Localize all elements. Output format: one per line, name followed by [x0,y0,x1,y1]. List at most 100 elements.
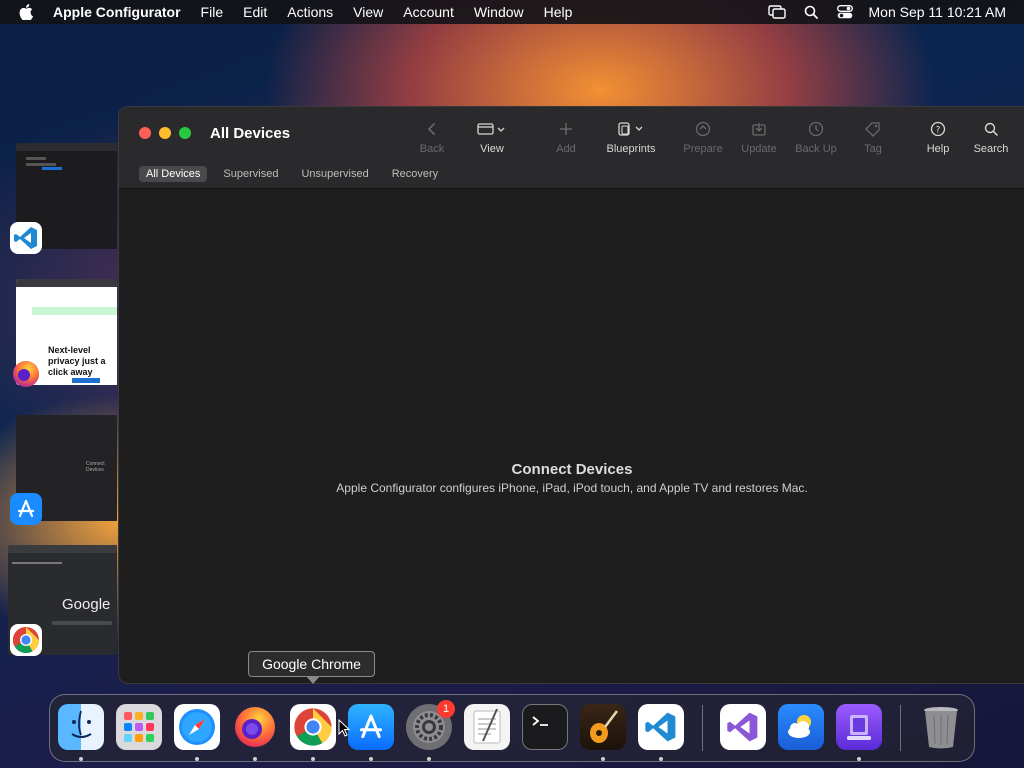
app-name-menu[interactable]: Apple Configurator [53,4,181,20]
dock-weather[interactable] [778,704,824,750]
configurator-thumbnail-text: Connect Devices [86,461,105,473]
menu-bar: Apple Configurator File Edit Actions Vie… [0,0,1024,24]
thumbnail-titlebar [16,279,117,287]
dock-running-indicator [369,757,373,761]
menu-help[interactable]: Help [544,4,573,20]
help-icon: ? [930,119,946,139]
visual-studio-icon [727,712,758,742]
back-up-button-label: Back Up [795,143,837,155]
window-close-button[interactable] [139,127,151,139]
dock-firefox[interactable] [232,704,278,750]
dock-running-indicator [253,757,257,761]
app-store-app-icon[interactable] [10,493,42,525]
plus-icon [559,119,573,139]
window-minimize-button[interactable] [159,127,171,139]
screen-mirroring-icon[interactable] [767,0,787,24]
thumbnail-line [26,163,56,166]
dock-textedit[interactable] [464,704,510,750]
dock-running-indicator [195,757,199,761]
view-button[interactable]: View [462,119,522,159]
tab-supervised[interactable]: Supervised [216,166,285,182]
dock-separator [702,705,703,751]
back-up-button[interactable]: Back Up [786,119,846,159]
dock-visual-studio[interactable] [720,704,766,750]
dock-tooltip: Google Chrome [248,651,375,677]
search-button[interactable]: Search [961,119,1021,159]
chevron-left-icon [427,119,437,139]
tag-icon [864,119,882,139]
menu-clock[interactable]: Mon Sep 11 10:21 AM [869,4,1007,20]
firefox-icon [235,707,275,747]
menu-account[interactable]: Account [403,4,454,20]
empty-state-title: Connect Devices [511,461,633,478]
thumbnail-line [42,167,62,170]
finder-icon [71,710,92,738]
empty-state-subtitle: Apple Configurator configures iPhone, iP… [336,481,808,495]
chrome-app-icon[interactable] [10,624,42,656]
terminal-icon [532,716,548,726]
dock-trash[interactable] [918,704,964,750]
thumbnail-line [26,157,46,160]
blueprints-button[interactable]: Blueprints [601,119,661,159]
menu-edit[interactable]: Edit [243,4,267,20]
blueprints-button-label: Blueprints [606,143,656,155]
dock-apple-configurator[interactable] [836,704,882,750]
tab-recovery[interactable]: Recovery [385,166,445,182]
control-center-icon[interactable] [835,0,855,24]
menu-file[interactable]: File [201,4,224,20]
update-button[interactable]: Update [729,119,789,159]
dock-running-indicator [857,757,861,761]
search-button-label: Search [973,143,1009,155]
menu-view[interactable]: View [353,4,383,20]
trash-icon [924,707,958,749]
thumbnail-line [12,562,62,564]
dock [49,694,975,762]
add-button-label: Add [556,143,576,155]
menu-window[interactable]: Window [474,4,524,20]
dock-running-indicator [601,757,605,761]
dock-finder[interactable] [58,704,104,750]
dock-app-store[interactable] [348,704,394,750]
dock-visual-studio-code[interactable] [638,704,684,750]
dock-google-chrome[interactable] [290,704,336,750]
menu-actions[interactable]: Actions [287,4,333,20]
view-button-label: View [480,143,504,155]
all-devices-window: All Devices Back View Add Blueprints Pre… [118,106,1024,684]
apple-menu-icon[interactable] [16,0,36,24]
firefox-app-icon[interactable] [10,358,42,390]
add-button[interactable]: Add [536,119,596,159]
help-button[interactable]: ? Help [908,119,968,159]
app-store-icon [359,714,383,739]
vscode-icon [645,712,676,742]
back-button[interactable]: Back [402,119,462,159]
prepare-icon [695,119,711,139]
dock-launchpad[interactable] [116,704,162,750]
chrome-icon [294,708,332,746]
tab-unsupervised[interactable]: Unsupervised [294,166,375,182]
mouse-cursor-icon [338,719,350,737]
thumbnail-titlebar [16,143,117,151]
dock-safari[interactable] [174,704,220,750]
search-icon[interactable] [801,0,821,24]
dock-running-indicator [79,757,83,761]
dock-garageband[interactable] [580,704,626,750]
thumbnail-titlebar [8,545,117,553]
vscode-app-icon[interactable] [10,222,42,254]
prepare-button[interactable]: Prepare [673,119,733,159]
help-button-label: Help [926,143,950,155]
thumbnail-line [52,621,112,625]
configurator-icon [847,715,871,740]
dock-running-indicator [427,757,431,761]
chrome-thumbnail-text: Google [62,596,111,613]
svg-text:?: ? [936,126,941,136]
thumbnail-line [72,378,100,383]
dock-separator [900,705,901,751]
tag-button[interactable]: Tag [843,119,903,159]
dock-terminal[interactable] [522,704,568,750]
weather-icon [788,715,811,738]
window-zoom-button[interactable] [179,127,191,139]
backup-icon [808,119,824,139]
tab-all-devices[interactable]: All Devices [139,166,208,182]
dock-running-indicator [311,757,315,761]
safari-icon [179,709,215,745]
